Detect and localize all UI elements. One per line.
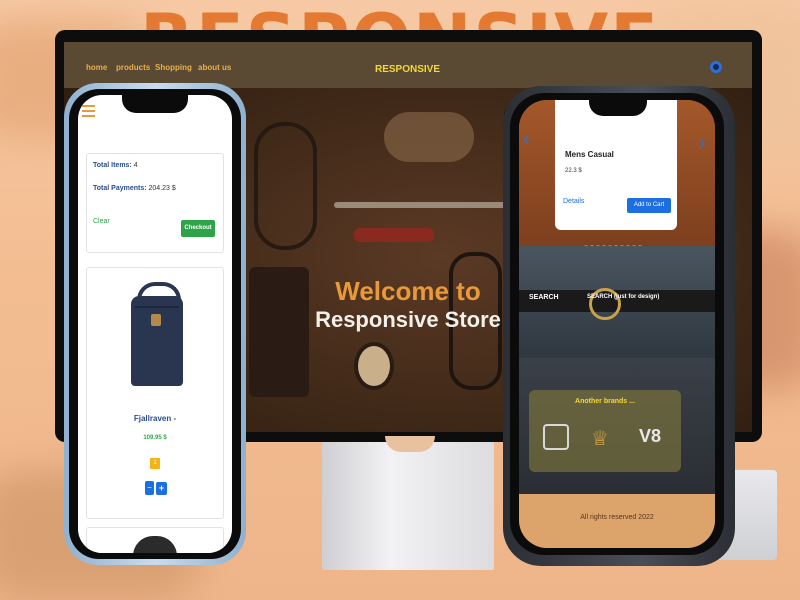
brands-section: Another brands ... ♕ V8 <box>519 358 715 494</box>
brand-logo-crown-icon[interactable]: ♕ <box>591 426 609 451</box>
total-items-label: Total Items: <box>93 162 132 169</box>
next-product-card <box>86 527 224 553</box>
nav-products[interactable]: products <box>116 63 150 72</box>
product-price: 109.95 $ <box>143 435 167 441</box>
slide-card: Mens Casual 22.3 $ Details Add to Cart <box>555 100 677 230</box>
slide-product-name[interactable]: Mens Casual <box>565 150 614 159</box>
watch-decoration <box>354 342 394 390</box>
footer: All rights reserved 2022 <box>519 494 715 548</box>
buckle-decoration <box>589 288 621 320</box>
sunglasses-decoration <box>254 122 317 250</box>
slider-prev-icon[interactable]: ‹ <box>523 128 530 151</box>
cart-icon[interactable] <box>708 59 724 75</box>
nav-home[interactable]: home <box>86 63 107 72</box>
slider-next-icon[interactable]: › <box>699 132 706 155</box>
left-phone: Total Items: 4 Total Payments: 204.23 $ … <box>64 83 246 565</box>
decrease-quantity-button[interactable]: − <box>145 481 154 495</box>
brand-logo-v8-icon[interactable]: V8 <box>639 426 661 447</box>
brand-logo[interactable]: RESPONSIVE <box>375 64 440 75</box>
left-phone-screen: Total Items: 4 Total Payments: 204.23 $ … <box>78 95 232 553</box>
total-payments-value: 204.23 $ <box>148 185 176 192</box>
cart-summary-card: Total Items: 4 Total Payments: 204.23 $ … <box>86 153 224 253</box>
total-payments: Total Payments: 204.23 $ <box>93 185 176 192</box>
monitor-stand <box>322 442 494 570</box>
nav-shopping[interactable]: Shopping <box>155 63 192 72</box>
jacket-image[interactable] <box>133 536 177 553</box>
increase-quantity-button[interactable]: + <box>156 482 167 495</box>
right-phone: Mens Casual 22.3 $ Details Add to Cart ‹… <box>503 86 735 566</box>
footer-text: All rights reserved 2022 <box>580 514 654 521</box>
total-items: Total Items: 4 <box>93 162 138 169</box>
search-input[interactable]: SEARCH (just for design) <box>587 294 659 300</box>
product-name[interactable]: Fjallraven - <box>87 414 223 423</box>
details-link[interactable]: Details <box>563 198 584 205</box>
knife-decoration <box>354 228 434 242</box>
brand-logo-1-icon[interactable] <box>543 424 569 450</box>
menu-icon[interactable] <box>82 105 95 117</box>
slide-product-price: 22.3 $ <box>565 168 582 174</box>
phone-notch <box>122 95 188 113</box>
nav-about-us[interactable]: about us <box>198 63 231 72</box>
product-image[interactable] <box>131 296 183 386</box>
product-card: Fjallraven - 109.95 $ 1 − + <box>86 267 224 519</box>
brands-panel: Another brands ... ♕ V8 <box>529 390 681 472</box>
checkout-button[interactable]: Checkout <box>181 220 215 237</box>
pen-decoration <box>334 202 514 208</box>
search-section: SEARCH SEARCH (just for design) <box>519 246 715 358</box>
clear-button[interactable]: Clear <box>93 218 110 225</box>
bowtie-decoration <box>384 112 474 162</box>
brands-title: Another brands ... <box>575 398 635 405</box>
add-to-cart-button[interactable]: Add to Cart <box>627 198 671 213</box>
quantity-badge: 1 <box>150 458 160 469</box>
phone-notch <box>589 100 647 116</box>
top-navigation: home products Shopping about us RESPONSI… <box>64 42 752 88</box>
right-phone-screen: Mens Casual 22.3 $ Details Add to Cart ‹… <box>519 100 715 548</box>
total-payments-label: Total Payments: <box>93 185 147 192</box>
search-label: SEARCH <box>529 294 559 301</box>
total-items-value: 4 <box>133 162 138 169</box>
product-slider: Mens Casual 22.3 $ Details Add to Cart ‹… <box>519 100 715 249</box>
